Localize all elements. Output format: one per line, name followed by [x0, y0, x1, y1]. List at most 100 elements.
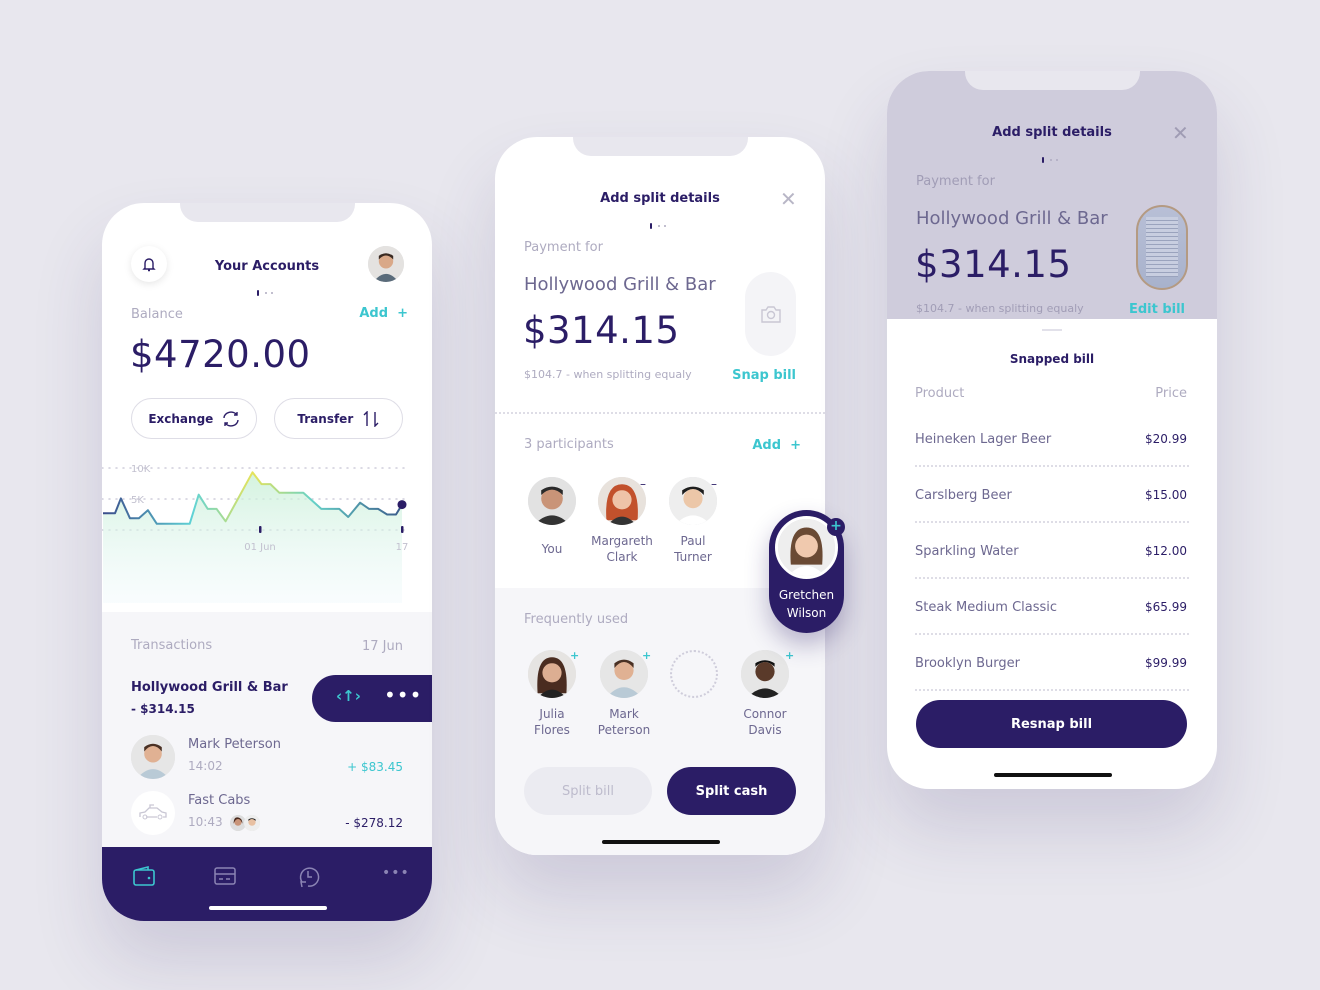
participant-name: You [541, 542, 563, 556]
payment-for-label: Payment for [916, 174, 995, 189]
product-price: $99.99 [1145, 656, 1187, 670]
card-icon[interactable] [214, 867, 236, 885]
profile-avatar[interactable] [368, 246, 404, 282]
add-account-button[interactable]: Add + [359, 306, 408, 321]
current-point [397, 500, 407, 510]
add-label: Add [359, 306, 389, 321]
last-name: Clark [606, 550, 638, 564]
split-bill-button[interactable]: Split bill [524, 767, 652, 815]
bill-item-row[interactable]: Heineken Lager Beer $20.99 [915, 432, 1187, 447]
first-name: Connor [743, 707, 787, 721]
product-price: $15.00 [1145, 488, 1187, 502]
participant-avatar[interactable] [528, 477, 576, 525]
plus-icon: + [397, 306, 408, 321]
edit-bill-link[interactable]: Edit bill [1129, 302, 1185, 317]
plus-icon: + [790, 438, 801, 453]
close-icon[interactable]: ✕ [1172, 121, 1189, 145]
bill-item-row[interactable]: Brooklyn Burger $99.99 [915, 656, 1187, 671]
resnap-bill-button[interactable]: Resnap bill [916, 700, 1187, 748]
exchange-button[interactable]: Exchange [131, 398, 257, 439]
close-icon[interactable]: ✕ [780, 187, 797, 211]
transaction-name[interactable]: Mark Peterson [188, 737, 281, 752]
snap-bill-link[interactable]: Snap bill [732, 368, 796, 383]
y-tick-label: 10K [131, 464, 151, 475]
home-indicator [994, 773, 1112, 777]
transaction-amount: - $278.12 [345, 816, 403, 830]
participant-avatar[interactable] [669, 477, 717, 525]
last-name: Turner [674, 550, 712, 564]
first-name: Margareth [591, 534, 653, 548]
split-note: $104.7 - when splitting equaly [524, 368, 692, 381]
first-name: Julia [539, 707, 565, 721]
transaction-name[interactable]: Fast Cabs [188, 793, 250, 808]
remove-icon[interactable]: – [640, 477, 646, 491]
add-icon[interactable]: + [785, 649, 794, 662]
dragged-contact[interactable]: + Gretchen Wilson [769, 510, 845, 633]
transactions-label: Transactions [131, 638, 213, 653]
product-name: Brooklyn Burger [915, 656, 1020, 671]
product-name: Heineken Lager Beer [915, 432, 1052, 447]
transaction-amount: + $83.45 [347, 760, 403, 774]
transaction-name[interactable]: Hollywood Grill & Bar [131, 680, 288, 695]
more-icon[interactable]: ••• [382, 865, 410, 881]
remove-icon[interactable]: – [711, 477, 717, 491]
balance-amount: $4720.00 [130, 333, 311, 376]
participants-label: 3 participants [524, 437, 614, 452]
add-icon[interactable]: + [827, 518, 845, 536]
divider [915, 577, 1189, 579]
page-indicator [1042, 157, 1066, 163]
split-note: $104.7 - when splitting equaly [916, 302, 1084, 315]
product-name: Carslberg Beer [915, 488, 1012, 503]
notch [573, 137, 748, 156]
divider [915, 521, 1189, 523]
camera-icon [760, 306, 781, 323]
contact-avatar[interactable] [741, 650, 789, 698]
divider [495, 412, 825, 414]
last-name: Peterson [597, 723, 651, 737]
more-icon[interactable]: ••• [384, 683, 422, 707]
participant-avatar[interactable] [598, 477, 646, 525]
bill-item-row[interactable]: Steak Medium Classic $65.99 [915, 600, 1187, 615]
balance-chart[interactable]: 10K 5K 01 Jun 17 [102, 453, 432, 603]
home-indicator [209, 906, 327, 910]
contact-name: Gretchen Wilson [769, 586, 844, 622]
contact-name: Connor Davis [730, 706, 800, 738]
product-name: Sparkling Water [915, 544, 1019, 559]
merchant-name: Hollywood Grill & Bar [524, 274, 716, 295]
avatar [131, 735, 175, 779]
transfer-label: Transfer [297, 411, 354, 426]
transfer-button[interactable]: Transfer [274, 398, 403, 439]
add-icon[interactable]: + [642, 649, 651, 662]
balance-label: Balance [131, 307, 183, 322]
exchange-icon [222, 410, 239, 427]
payment-amount: $314.15 [523, 309, 680, 352]
transactions-date: 17 Jun [362, 639, 403, 654]
transaction-actions: ‹↑› ••• [312, 675, 432, 722]
x-tick-mark [259, 526, 262, 533]
split-icon[interactable]: ‹↑› [336, 687, 361, 705]
bill-item-row[interactable]: Sparkling Water $12.00 [915, 544, 1187, 559]
bill-item-row[interactable]: Carslberg Beer $15.00 [915, 488, 1187, 503]
drop-slot[interactable] [670, 650, 718, 698]
add-icon[interactable]: + [570, 649, 579, 662]
contact-name: Mark Peterson [589, 706, 659, 738]
chart-area [103, 472, 402, 603]
sheet-handle[interactable] [1042, 329, 1062, 331]
wallet-icon[interactable] [133, 866, 155, 886]
contact-avatar[interactable] [600, 650, 648, 698]
split-cash-button[interactable]: Split cash [667, 767, 796, 815]
merchant-name: Hollywood Grill & Bar [916, 208, 1108, 229]
history-icon[interactable] [298, 865, 320, 889]
price-header: Price [1155, 386, 1187, 401]
contact-avatar[interactable] [528, 650, 576, 698]
add-participant-button[interactable]: Add + [752, 438, 801, 453]
snap-bill-button[interactable] [745, 272, 796, 356]
add-label: Add [752, 438, 782, 453]
transfer-icon [363, 410, 379, 427]
x-tick-mark [401, 526, 404, 533]
participant-avatar [244, 815, 260, 831]
product-price: $20.99 [1145, 432, 1187, 446]
snapped-bill-screen: Add split details ✕ Payment for Hollywoo… [887, 71, 1217, 789]
x-tick-label: 01 Jun [244, 542, 276, 553]
receipt-thumbnail[interactable] [1136, 205, 1188, 290]
